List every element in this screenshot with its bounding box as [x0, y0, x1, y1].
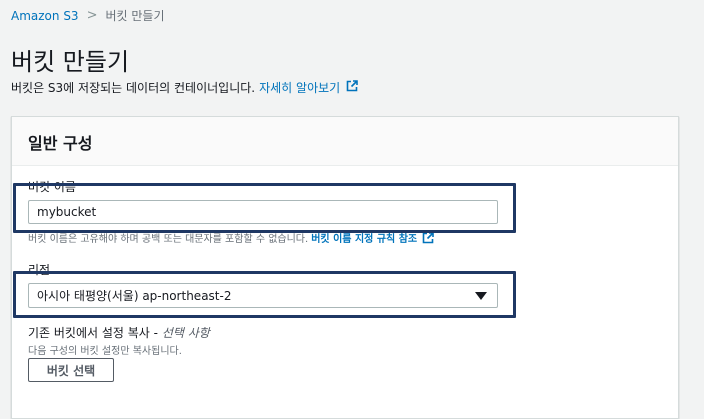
panel-header: 일반 구성	[12, 117, 678, 166]
copy-settings-optional: 선택 사항	[161, 326, 210, 340]
breadcrumb: Amazon S3 > 버킷 만들기	[11, 7, 165, 24]
page-description-text: 버킷은 S3에 저장되는 데이터의 컨테이너입니다.	[11, 81, 256, 95]
breadcrumb-chevron-icon: >	[86, 8, 98, 23]
copy-settings-description: 다음 구성의 버킷 설정만 복사됩니다.	[28, 346, 182, 357]
learn-more-label: 자세히 알아보기	[259, 81, 341, 95]
page-description: 버킷은 S3에 저장되는 데이터의 컨테이너입니다. 자세히 알아보기	[11, 79, 358, 96]
general-configuration-panel: 일반 구성 버킷 이름 mybucket 버킷 이름은 고유해야 하며 공백 또…	[11, 116, 679, 419]
copy-settings-title-text: 기존 버킷에서 설정 복사 -	[28, 326, 158, 340]
region-highlight-box	[13, 271, 516, 318]
copy-settings-title: 기존 버킷에서 설정 복사 - 선택 사항	[28, 324, 210, 341]
breadcrumb-current: 버킷 만들기	[105, 9, 165, 23]
page-title: 버킷 만들기	[11, 48, 130, 76]
external-link-icon	[422, 231, 434, 243]
panel-title: 일반 구성	[28, 134, 93, 153]
choose-bucket-button[interactable]: 버킷 선택	[28, 358, 114, 382]
bucket-name-highlight-box	[13, 183, 516, 233]
breadcrumb-amazon-s3-link[interactable]: Amazon S3	[11, 9, 79, 23]
external-link-icon	[346, 80, 358, 92]
learn-more-link[interactable]: 자세히 알아보기	[259, 79, 358, 96]
